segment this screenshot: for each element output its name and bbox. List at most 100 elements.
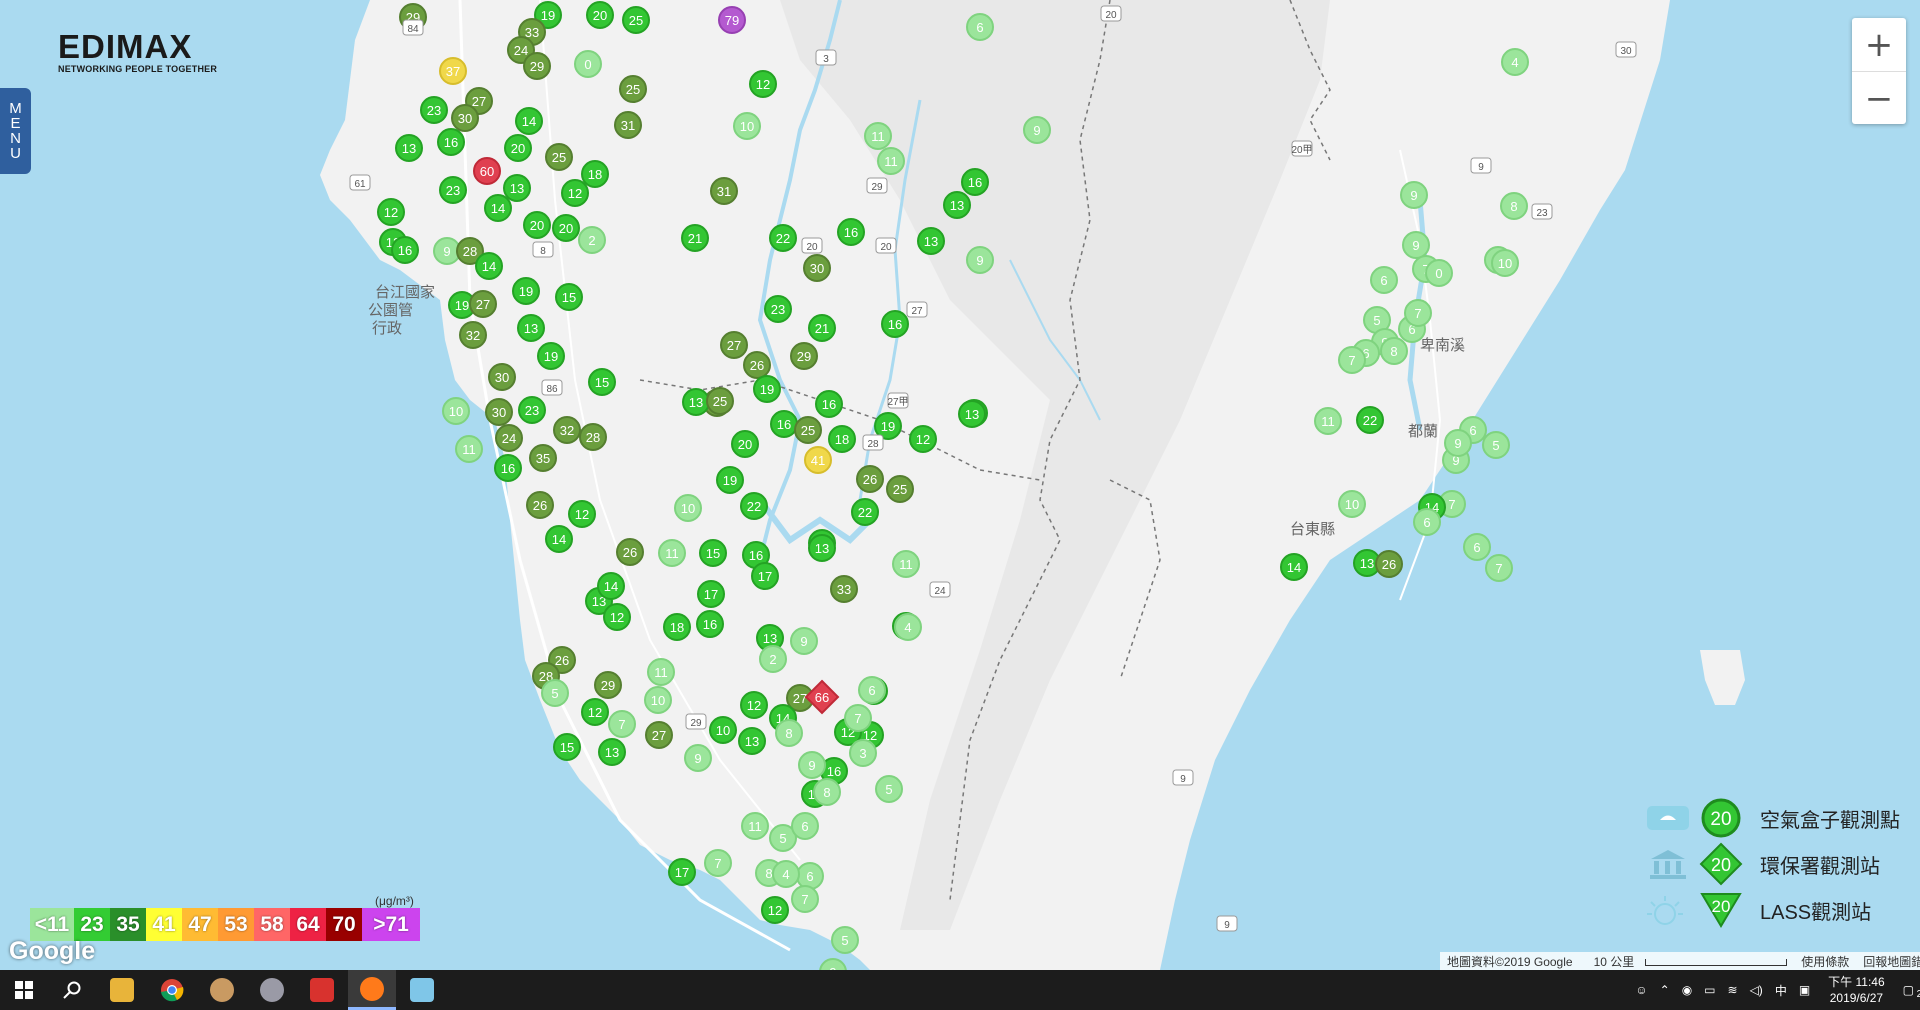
station-marker[interactable]: 14 (515, 107, 543, 135)
station-marker[interactable]: 60 (473, 157, 501, 185)
station-marker[interactable]: 17 (697, 580, 725, 608)
station-marker[interactable]: 26 (616, 538, 644, 566)
station-marker[interactable]: 31 (710, 177, 738, 205)
station-marker[interactable]: 11 (741, 812, 769, 840)
station-marker[interactable]: 2 (759, 645, 787, 673)
station-marker[interactable]: 30 (488, 363, 516, 391)
app-icon[interactable] (248, 970, 296, 1010)
station-marker[interactable]: 13 (917, 227, 945, 255)
station-marker[interactable]: 5 (541, 679, 569, 707)
station-marker[interactable]: 4 (894, 613, 922, 641)
station-marker[interactable]: 26 (526, 491, 554, 519)
station-marker[interactable]: 9 (1023, 116, 1051, 144)
station-marker[interactable]: 16 (837, 218, 865, 246)
station-marker[interactable]: 79 (718, 6, 746, 34)
station-marker[interactable]: 6 (791, 812, 819, 840)
station-marker[interactable]: 5 (875, 775, 903, 803)
station-marker[interactable]: 7 (791, 885, 819, 913)
station-marker[interactable]: 8 (775, 719, 803, 747)
station-marker[interactable]: 29 (523, 52, 551, 80)
station-marker[interactable]: 11 (658, 539, 686, 567)
station-marker[interactable]: 27 (645, 721, 673, 749)
report-error-link[interactable]: 回報地圖錯誤 (1856, 953, 1920, 970)
station-marker[interactable]: 10 (1491, 249, 1519, 277)
station-marker[interactable]: 9 (966, 246, 994, 274)
station-marker[interactable]: 9 (790, 627, 818, 655)
map-data-credit[interactable]: 地圖資料©2019 Google (1440, 953, 1580, 970)
station-marker[interactable]: 12 (561, 179, 589, 207)
input-method-icon[interactable]: ▣ (1799, 983, 1810, 997)
app-icon[interactable] (398, 970, 446, 1010)
station-marker[interactable]: 23 (518, 396, 546, 424)
station-marker[interactable]: 18 (581, 160, 609, 188)
station-marker[interactable]: 20 (504, 134, 532, 162)
station-marker[interactable]: 31 (614, 111, 642, 139)
station-marker[interactable]: 20 (586, 1, 614, 29)
station-marker[interactable]: 14 (545, 525, 573, 553)
map-canvas[interactable]: 29 19 20 25 79 33 24 29 0 6 37 12 25 27 23 30 14 10 11 31 9 4… (0, 0, 1920, 970)
network-icon[interactable]: ◉ (1682, 983, 1692, 997)
station-marker[interactable]: 13 (808, 534, 836, 562)
station-marker[interactable]: 8 (1380, 337, 1408, 365)
station-marker[interactable]: 20 (731, 430, 759, 458)
station-marker[interactable]: 19 (716, 466, 744, 494)
wifi-icon[interactable]: ≋ (1728, 983, 1738, 997)
station-marker[interactable]: 13 (682, 388, 710, 416)
station-marker[interactable]: 9 (798, 751, 826, 779)
clock[interactable]: 下午 11:46 2019/6/27 (1828, 974, 1884, 1006)
station-marker[interactable]: 11 (455, 435, 483, 463)
station-marker[interactable]: 9 (1400, 181, 1428, 209)
station-marker[interactable]: 23 (420, 96, 448, 124)
station-marker[interactable]: 2 (578, 226, 606, 254)
station-marker[interactable]: 20 (552, 214, 580, 242)
station-marker[interactable]: 7 (608, 710, 636, 738)
station-marker[interactable]: 11 (877, 147, 905, 175)
station-marker[interactable]: 20 (523, 211, 551, 239)
station-marker[interactable]: 41 (804, 446, 832, 474)
terms-link[interactable]: 使用條款 (1794, 953, 1856, 970)
station-marker[interactable]: 23 (439, 176, 467, 204)
station-marker[interactable]: 23 (764, 295, 792, 323)
station-marker[interactable]: 12 (581, 698, 609, 726)
station-marker[interactable]: 21 (681, 224, 709, 252)
app-icon[interactable] (298, 970, 346, 1010)
volume-icon[interactable]: ◁) (1750, 983, 1763, 997)
station-marker[interactable]: 25 (794, 416, 822, 444)
station-marker[interactable]: 7 (704, 849, 732, 877)
station-marker[interactable]: 0 (1425, 259, 1453, 287)
station-marker[interactable]: 17 (668, 858, 696, 886)
station-marker[interactable]: 11 (864, 122, 892, 150)
zoom-out-button[interactable]: − (1852, 72, 1906, 125)
station-marker[interactable]: 0 (574, 50, 602, 78)
station-marker[interactable]: 27 (720, 331, 748, 359)
station-marker[interactable]: 15 (699, 539, 727, 567)
station-marker[interactable]: 14 (475, 252, 503, 280)
station-marker[interactable]: 12 (568, 500, 596, 528)
station-marker[interactable]: 25 (545, 143, 573, 171)
battery-icon[interactable]: ▭ (1704, 983, 1715, 997)
app-icon[interactable] (198, 970, 246, 1010)
station-marker[interactable]: 28 (579, 423, 607, 451)
station-marker[interactable]: 10 (442, 397, 470, 425)
station-marker[interactable]: 21 (808, 314, 836, 342)
station-marker[interactable]: 12 (909, 425, 937, 453)
station-marker[interactable]: 13 (395, 134, 423, 162)
station-marker[interactable]: 26 (1375, 550, 1403, 578)
station-marker[interactable]: 13 (598, 738, 626, 766)
station-marker[interactable]: 8 (813, 778, 841, 806)
station-marker[interactable]: 9 (819, 958, 847, 970)
station-marker[interactable]: 22 (769, 224, 797, 252)
station-marker[interactable]: 25 (622, 6, 650, 34)
station-marker[interactable]: 16 (961, 168, 989, 196)
station-marker[interactable]: 27 (469, 290, 497, 318)
station-marker[interactable]: 8 (1500, 192, 1528, 220)
station-marker[interactable]: 5 (831, 926, 859, 954)
station-marker[interactable]: 16 (437, 128, 465, 156)
station-marker[interactable]: 10 (644, 686, 672, 714)
station-marker[interactable]: 19 (512, 277, 540, 305)
station-marker[interactable]: 13 (958, 400, 986, 428)
station-marker[interactable]: 12 (740, 691, 768, 719)
station-marker[interactable]: 3 (849, 739, 877, 767)
station-marker[interactable]: 29 (594, 671, 622, 699)
station-marker[interactable]: 9 (1444, 429, 1472, 457)
